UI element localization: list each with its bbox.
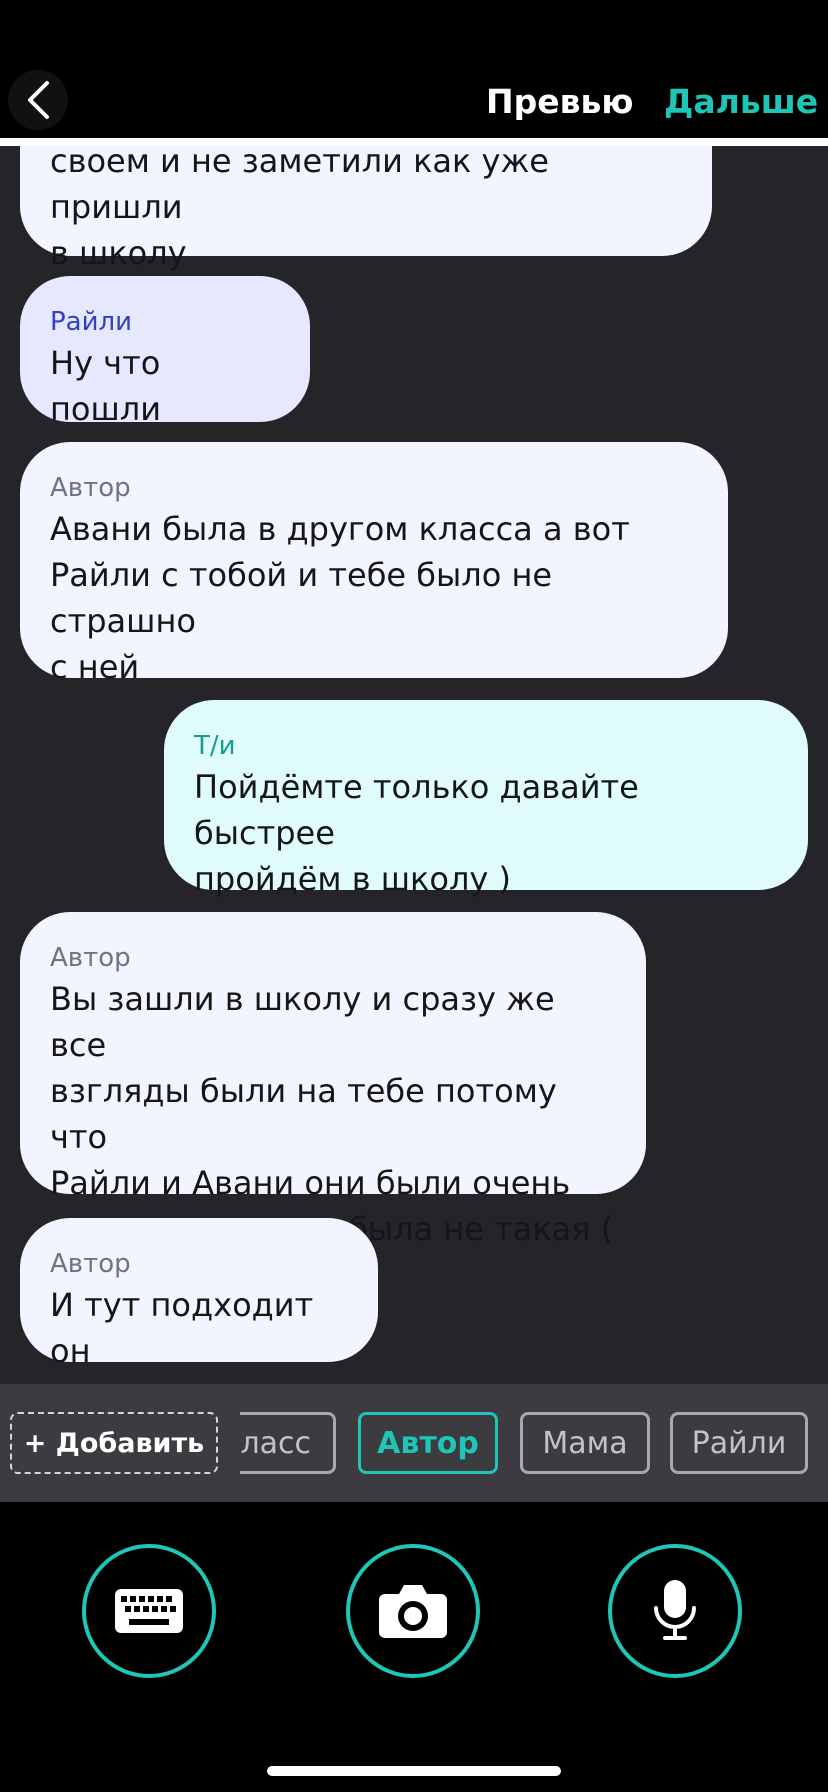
message-bubble[interactable]: Автор Авани была в другом класса а вот Р…	[20, 442, 728, 686]
message-text: Ну что пошли	[50, 344, 171, 428]
message-text: Авани была в другом класса а вот Райли с…	[50, 510, 630, 686]
keyboard-button[interactable]	[82, 1544, 216, 1678]
chevron-left-icon	[28, 81, 49, 119]
character-chips-scroller[interactable]: Класс Автор Мама Райли	[240, 1412, 828, 1474]
preview-button[interactable]: Превью	[486, 82, 633, 121]
keyboard-icon	[115, 1589, 183, 1633]
message-sender: Автор	[50, 943, 131, 973]
input-toolbar	[0, 1502, 828, 1792]
message-bubble[interactable]: Райли Ну что пошли	[20, 276, 310, 428]
next-button[interactable]: Дальше	[664, 82, 818, 121]
camera-button[interactable]	[346, 1544, 480, 1678]
message-bubble[interactable]: своем и не заметили как уже пришли в шко…	[20, 146, 712, 272]
camera-icon	[379, 1585, 447, 1638]
character-chip-avtor[interactable]: Автор	[358, 1412, 498, 1474]
message-sender: Райли	[50, 307, 133, 337]
home-indicator	[267, 1766, 561, 1776]
back-button[interactable]	[8, 70, 68, 130]
message-bubble[interactable]: Т/и Пойдёмте только давайте быстрее прой…	[164, 700, 808, 898]
message-sender: Т/и	[194, 731, 236, 761]
chat-area[interactable]: своем и не заметили как уже пришли в шко…	[0, 146, 828, 1384]
character-chip-klass[interactable]: Класс	[240, 1412, 336, 1474]
message-sender: Автор	[50, 1249, 131, 1279]
character-chip-mama[interactable]: Мама	[520, 1412, 650, 1474]
message-text: Пойдёмте только давайте быстрее пройдём …	[194, 768, 639, 898]
microphone-button[interactable]	[608, 1544, 742, 1678]
message-bubble[interactable]: Автор И тут подходит он	[20, 1218, 378, 1370]
message-sender: Автор	[50, 473, 131, 503]
add-character-button[interactable]: + Добавить	[10, 1412, 218, 1474]
character-chip-raily[interactable]: Райли	[670, 1412, 808, 1474]
top-bar: Превью Дальше	[0, 0, 828, 146]
message-text: своем и не заметили как уже пришли в шко…	[50, 146, 549, 272]
message-text: Вы зашли в школу и сразу же все взгляды …	[50, 980, 614, 1248]
message-bubble[interactable]: Автор Вы зашли в школу и сразу же все вз…	[20, 912, 646, 1248]
microphone-icon	[654, 1580, 696, 1640]
character-selector-bar: + Добавить Класс Автор Мама Райли	[0, 1384, 828, 1502]
message-text: И тут подходит он	[50, 1286, 324, 1370]
